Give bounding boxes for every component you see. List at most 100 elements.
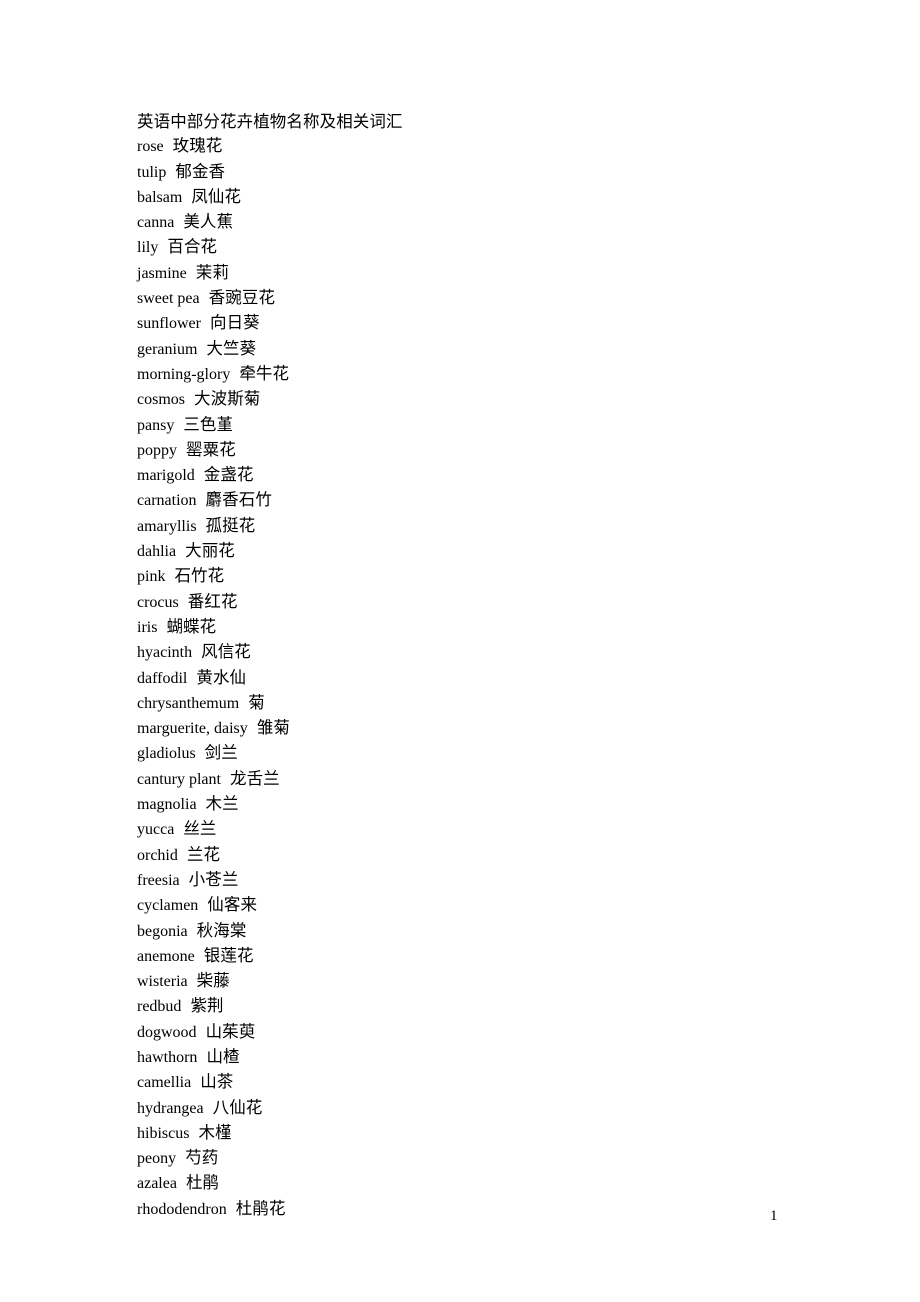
term-chinese: 大竺葵 bbox=[206, 338, 257, 358]
list-item: jasmine 茉莉 bbox=[137, 261, 837, 286]
term-chinese: 杜鹃 bbox=[185, 1173, 220, 1193]
list-item: gladiolus 剑兰 bbox=[137, 741, 837, 766]
term-english: morning-glory bbox=[137, 365, 231, 383]
document-page: 英语中部分花卉植物名称及相关词汇 rose 玫瑰花 tulip 郁金香 balsam 凤仙… bbox=[0, 0, 920, 1302]
term-english: balsam bbox=[137, 188, 183, 206]
term-chinese: 风信花 bbox=[201, 642, 251, 662]
term-chinese: 向日葵 bbox=[209, 313, 260, 333]
term-chinese: 雏菊 bbox=[256, 718, 290, 738]
list-item: marguerite, daisy 雏菊 bbox=[137, 716, 837, 741]
list-item: amaryllis 孤挺花 bbox=[137, 514, 837, 539]
term-english: gladiolus bbox=[137, 745, 196, 763]
term-chinese: 孤挺花 bbox=[205, 515, 256, 535]
term-chinese: 三色堇 bbox=[183, 414, 234, 434]
list-item: marigold 金盏花 bbox=[137, 463, 837, 488]
term-english: pansy bbox=[137, 416, 175, 434]
term-english: canna bbox=[137, 214, 175, 232]
term-english: peony bbox=[137, 1150, 177, 1168]
term-english: orchid bbox=[137, 846, 178, 864]
term-chinese: 木兰 bbox=[205, 794, 239, 814]
term-chinese: 紫荆 bbox=[190, 996, 224, 1016]
term-chinese: 仙客来 bbox=[207, 895, 258, 915]
list-item: freesia 小苍兰 bbox=[137, 868, 837, 893]
term-chinese: 蝴蝶花 bbox=[166, 616, 217, 636]
term-english: marigold bbox=[137, 467, 195, 485]
term-english: carnation bbox=[137, 492, 197, 510]
list-item: pansy 三色堇 bbox=[137, 413, 837, 438]
list-item: dahlia 大丽花 bbox=[137, 539, 837, 564]
list-item: hibiscus 木槿 bbox=[137, 1121, 837, 1146]
term-english: lily bbox=[137, 239, 159, 257]
term-english: jasmine bbox=[137, 264, 187, 282]
document-body: 英语中部分花卉植物名称及相关词汇 rose 玫瑰花 tulip 郁金香 balsam 凤仙… bbox=[137, 110, 837, 1222]
list-item: lily 百合花 bbox=[137, 235, 837, 260]
term-english: cantury plant bbox=[137, 770, 221, 788]
term-english: anemone bbox=[137, 947, 195, 965]
list-item: begonia 秋海棠 bbox=[137, 919, 837, 944]
term-english: yucca bbox=[137, 821, 175, 839]
term-chinese: 石竹花 bbox=[174, 566, 225, 586]
list-item: sweet pea 香豌豆花 bbox=[137, 286, 837, 311]
list-item: iris 蝴蝶花 bbox=[137, 615, 837, 640]
term-chinese: 山楂 bbox=[206, 1046, 240, 1066]
list-item: peony 芍药 bbox=[137, 1146, 837, 1171]
term-english: begonia bbox=[137, 922, 188, 940]
list-item: chrysanthemum 菊 bbox=[137, 691, 837, 716]
term-chinese: 玫瑰花 bbox=[172, 136, 223, 156]
term-english: wisteria bbox=[137, 973, 188, 991]
list-item: pink 石竹花 bbox=[137, 564, 837, 589]
term-english: poppy bbox=[137, 441, 177, 459]
list-item: tulip 郁金香 bbox=[137, 160, 837, 185]
list-item: orchid 兰花 bbox=[137, 843, 837, 868]
list-item: sunflower 向日葵 bbox=[137, 311, 837, 336]
term-english: hawthorn bbox=[137, 1048, 198, 1066]
term-chinese: 剑兰 bbox=[204, 743, 238, 763]
list-item: dogwood 山茱萸 bbox=[137, 1020, 837, 1045]
term-english: magnolia bbox=[137, 796, 197, 814]
term-chinese: 郁金香 bbox=[175, 161, 226, 181]
term-english: chrysanthemum bbox=[137, 694, 240, 712]
term-english: tulip bbox=[137, 163, 167, 181]
list-item: hydrangea 八仙花 bbox=[137, 1096, 837, 1121]
list-item: canna 美人蕉 bbox=[137, 210, 837, 235]
list-item: morning-glory 牵牛花 bbox=[137, 362, 837, 387]
term-english: redbud bbox=[137, 998, 182, 1016]
term-chinese: 柴藤 bbox=[196, 971, 230, 991]
term-english: cosmos bbox=[137, 391, 185, 409]
term-chinese: 秋海棠 bbox=[196, 920, 247, 940]
list-item: cantury plant 龙舌兰 bbox=[137, 767, 837, 792]
list-item: cyclamen 仙客来 bbox=[137, 893, 837, 918]
term-chinese: 黄水仙 bbox=[196, 667, 247, 687]
list-item: poppy 罂粟花 bbox=[137, 438, 837, 463]
term-english: azalea bbox=[137, 1175, 177, 1193]
term-chinese: 小苍兰 bbox=[188, 869, 239, 889]
list-item: yucca 丝兰 bbox=[137, 817, 837, 842]
term-english: hyacinth bbox=[137, 644, 193, 662]
term-chinese: 丝兰 bbox=[183, 819, 217, 839]
term-english: dahlia bbox=[137, 543, 177, 561]
list-item: hyacinth 风信花 bbox=[137, 640, 837, 665]
term-english: hydrangea bbox=[137, 1099, 204, 1117]
list-item: camellia 山茶 bbox=[137, 1070, 837, 1095]
term-english: crocus bbox=[137, 593, 179, 611]
term-chinese: 大丽花 bbox=[185, 541, 235, 561]
list-item: crocus 番红花 bbox=[137, 590, 837, 615]
list-item: redbud 紫荆 bbox=[137, 994, 837, 1019]
term-chinese: 番红花 bbox=[187, 591, 238, 611]
term-chinese: 罂粟花 bbox=[186, 439, 236, 459]
term-english: freesia bbox=[137, 871, 180, 889]
list-item: carnation 麝香石竹 bbox=[137, 488, 837, 513]
list-item: hawthorn 山楂 bbox=[137, 1045, 837, 1070]
term-chinese: 龙舌兰 bbox=[229, 768, 280, 788]
term-chinese: 兰花 bbox=[186, 844, 221, 864]
term-chinese: 牵牛花 bbox=[239, 363, 290, 383]
term-chinese: 百合花 bbox=[167, 237, 218, 257]
list-item: balsam 凤仙花 bbox=[137, 185, 837, 210]
term-chinese: 芍药 bbox=[185, 1148, 219, 1168]
term-english: camellia bbox=[137, 1074, 192, 1092]
term-english: iris bbox=[137, 618, 158, 636]
term-english: marguerite, daisy bbox=[137, 720, 248, 738]
term-chinese: 茉莉 bbox=[195, 262, 229, 282]
term-chinese: 凤仙花 bbox=[191, 186, 242, 206]
term-english: dogwood bbox=[137, 1023, 197, 1041]
